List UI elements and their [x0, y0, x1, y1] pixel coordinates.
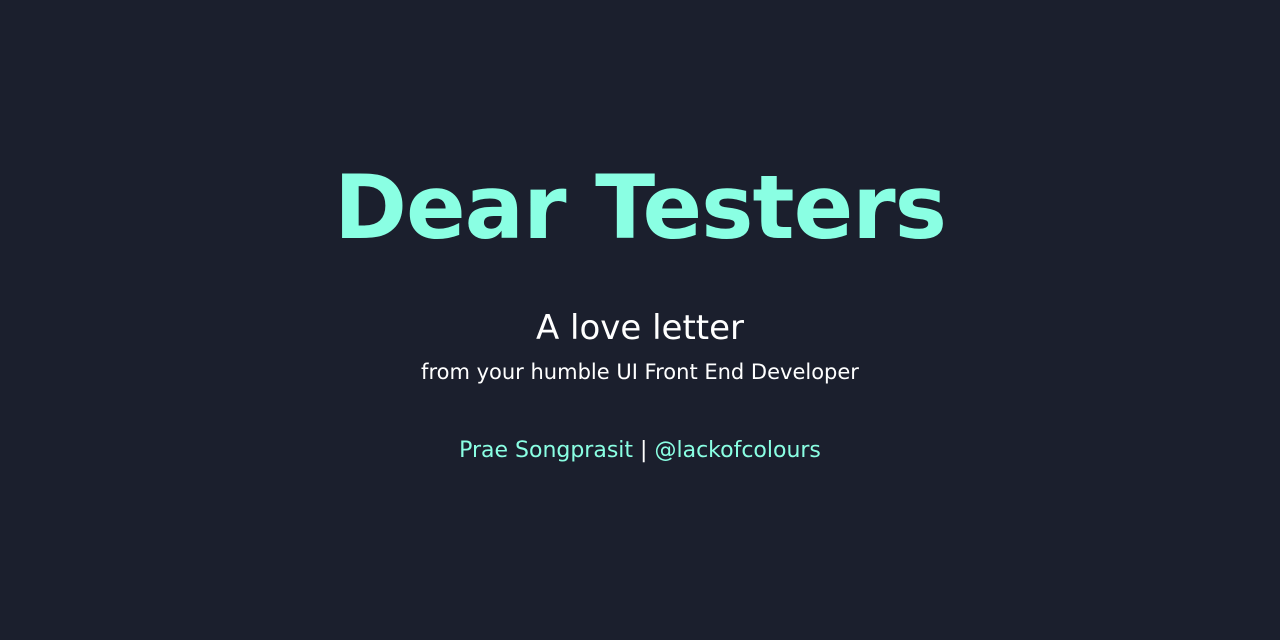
slide-byline: from your humble UI Front End Developer	[421, 360, 859, 384]
author-name: Prae Songprasit	[459, 438, 634, 463]
credits-separator: |	[640, 438, 648, 463]
author-handle-link[interactable]: @lackofcolours	[654, 438, 820, 463]
slide-title: Dear Testers	[333, 156, 947, 259]
title-slide: Dear Testers A love letter from your hum…	[0, 0, 1280, 640]
author-credits: Prae Songprasit | @lackofcolours	[0, 435, 1280, 467]
slide-subtitle: A love letter	[535, 308, 745, 348]
